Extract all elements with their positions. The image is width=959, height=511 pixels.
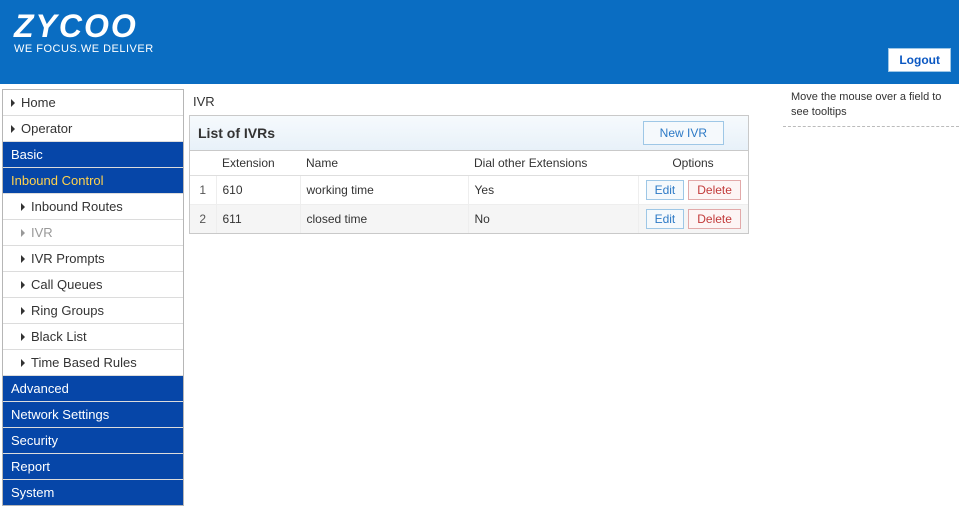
sidebar-subitem-call-queues[interactable]: Call Queues (3, 272, 183, 298)
cell-options: Edit Delete (638, 205, 748, 234)
sidebar-item-label: IVR Prompts (31, 251, 105, 266)
sidebar-subitem-black-list[interactable]: Black List (3, 324, 183, 350)
table-header-index (190, 151, 216, 176)
delete-button[interactable]: Delete (688, 180, 741, 200)
cell-name: working time (300, 176, 468, 205)
sidebar-subitem-time-based-rules[interactable]: Time Based Rules (3, 350, 183, 376)
sidebar-item-label: Home (21, 95, 56, 110)
sidebar-section-label: Basic (11, 147, 43, 162)
chevron-right-icon (11, 99, 15, 107)
sidebar: Home Operator Basic Inbound Control Inbo… (2, 89, 184, 506)
panel-title: List of IVRs (198, 125, 275, 141)
cell-index: 2 (190, 205, 216, 234)
ivr-list-panel: List of IVRs New IVR Extension Name Dial… (189, 115, 749, 234)
logo: ZYCOO WE FOCUS.WE DELIVER (14, 8, 154, 55)
table-header-options: Options (638, 151, 748, 176)
chevron-right-icon (21, 255, 25, 263)
delete-button[interactable]: Delete (688, 209, 741, 229)
main-content: IVR List of IVRs New IVR Extension Name … (189, 84, 783, 240)
sidebar-section-system[interactable]: System (3, 480, 183, 505)
cell-options: Edit Delete (638, 176, 748, 205)
edit-button[interactable]: Edit (646, 180, 685, 200)
sidebar-item-label: Operator (21, 121, 72, 136)
sidebar-item-home[interactable]: Home (3, 90, 183, 116)
new-ivr-button[interactable]: New IVR (643, 121, 724, 145)
sidebar-section-label: Security (11, 433, 58, 448)
cell-dial-other: No (468, 205, 638, 234)
sidebar-item-operator[interactable]: Operator (3, 116, 183, 142)
table-header-dial-other: Dial other Extensions (468, 151, 638, 176)
cell-extension: 611 (216, 205, 300, 234)
sidebar-section-label: Inbound Control (11, 173, 104, 188)
edit-button[interactable]: Edit (646, 209, 685, 229)
table-row: 1 610 working time Yes Edit Delete (190, 176, 748, 205)
chevron-right-icon (21, 307, 25, 315)
sidebar-section-network-settings[interactable]: Network Settings (3, 402, 183, 428)
cell-name: closed time (300, 205, 468, 234)
sidebar-section-inbound-control[interactable]: Inbound Control (3, 168, 183, 194)
table-header-name: Name (300, 151, 468, 176)
sidebar-subitem-ivr-prompts[interactable]: IVR Prompts (3, 246, 183, 272)
logo-main: ZYCOO (14, 8, 154, 45)
sidebar-item-label: Time Based Rules (31, 355, 137, 370)
sidebar-item-label: Inbound Routes (31, 199, 123, 214)
chevron-right-icon (11, 125, 15, 133)
sidebar-section-report[interactable]: Report (3, 454, 183, 480)
logo-tagline: WE FOCUS.WE DELIVER (14, 43, 154, 55)
sidebar-item-label: Ring Groups (31, 303, 104, 318)
cell-dial-other: Yes (468, 176, 638, 205)
chevron-right-icon (21, 281, 25, 289)
sidebar-item-label: IVR (31, 225, 53, 240)
chevron-right-icon (21, 229, 25, 237)
sidebar-subitem-inbound-routes[interactable]: Inbound Routes (3, 194, 183, 220)
sidebar-item-label: Call Queues (31, 277, 103, 292)
chevron-right-icon (21, 359, 25, 367)
sidebar-subitem-ring-groups[interactable]: Ring Groups (3, 298, 183, 324)
sidebar-section-label: System (11, 485, 54, 500)
chevron-right-icon (21, 333, 25, 341)
cell-extension: 610 (216, 176, 300, 205)
table-header-extension: Extension (216, 151, 300, 176)
sidebar-item-label: Black List (31, 329, 87, 344)
sidebar-section-basic[interactable]: Basic (3, 142, 183, 168)
chevron-right-icon (21, 203, 25, 211)
sidebar-section-advanced[interactable]: Advanced (3, 376, 183, 402)
sidebar-section-security[interactable]: Security (3, 428, 183, 454)
table-row: 2 611 closed time No Edit Delete (190, 205, 748, 234)
logout-button[interactable]: Logout (888, 48, 951, 72)
page-title: IVR (189, 90, 777, 115)
sidebar-section-label: Network Settings (11, 407, 109, 422)
cell-index: 1 (190, 176, 216, 205)
sidebar-subitem-ivr[interactable]: IVR (3, 220, 183, 246)
app-header: ZYCOO WE FOCUS.WE DELIVER Logout (0, 0, 959, 84)
panel-header: List of IVRs New IVR (190, 116, 748, 151)
tooltip-hint: Move the mouse over a field to see toolt… (783, 84, 959, 127)
ivr-table: Extension Name Dial other Extensions Opt… (190, 151, 748, 233)
sidebar-section-label: Advanced (11, 381, 69, 396)
sidebar-section-label: Report (11, 459, 50, 474)
